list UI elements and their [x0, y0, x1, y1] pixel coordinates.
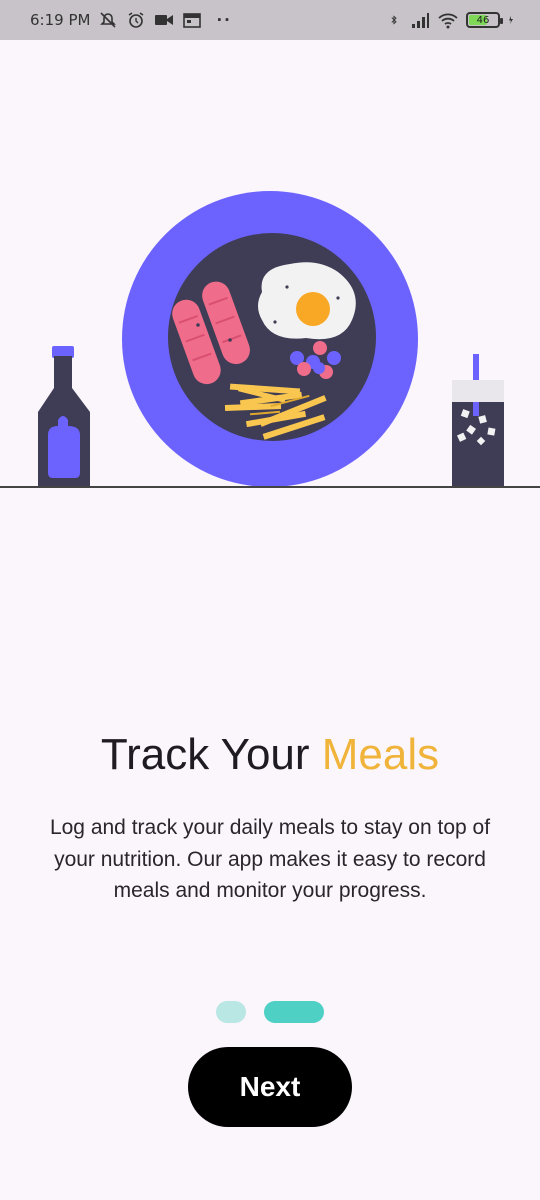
notifications-off-icon: [100, 12, 117, 28]
more-notifications-indicator: ··: [216, 11, 232, 29]
battery-icon: 46: [466, 12, 503, 28]
alarm-icon: [129, 12, 144, 28]
page-indicator: [0, 1001, 540, 1023]
title-highlight: Meals: [321, 730, 440, 779]
battery-level: 46: [476, 14, 490, 26]
charging-icon: [509, 16, 513, 24]
page-title: Track Your Meals: [0, 730, 540, 780]
iced-drink-image: [452, 354, 504, 486]
status-time: 6:19 PM: [30, 11, 91, 29]
table-line: [0, 486, 540, 488]
page-indicator-dot-1[interactable]: [216, 1001, 246, 1023]
page-indicator-dot-2-active[interactable]: [264, 1001, 324, 1023]
calendar-icon: [183, 13, 202, 28]
page-description: Log and track your daily meals to stay o…: [49, 816, 491, 902]
wifi-icon: [438, 13, 458, 29]
status-bar: 6:19 PM ·· 46: [0, 0, 540, 40]
meal-illustration: [38, 191, 504, 487]
video-camera-icon: [155, 15, 174, 25]
title-prefix: Track Your: [100, 730, 310, 779]
ketchup-bottle-image: [38, 346, 90, 486]
next-button[interactable]: Next: [188, 1047, 352, 1127]
signal-icon: [412, 13, 429, 28]
bluetooth-icon: [391, 15, 397, 25]
plate-image: [122, 191, 418, 487]
